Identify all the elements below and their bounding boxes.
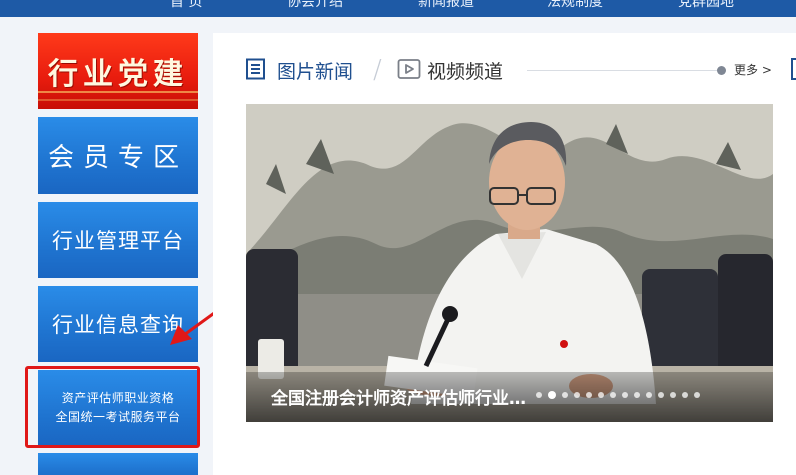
- photo-news-carousel[interactable]: 全国注册会计师资产评估师行业…: [246, 104, 773, 422]
- nav-item-news[interactable]: 新闻报道: [418, 0, 474, 11]
- carousel-dot[interactable]: [562, 392, 568, 398]
- carousel-dot[interactable]: [574, 392, 580, 398]
- tab-video-channel[interactable]: 视频频道: [427, 57, 503, 84]
- nav-item-party[interactable]: 党群园地: [678, 0, 734, 11]
- party-building-label: 行业党建: [48, 57, 188, 92]
- carousel-dot[interactable]: [598, 392, 604, 398]
- tab-separator: /: [373, 55, 382, 85]
- caption-bar: 全国注册会计师资产评估师行业…: [246, 372, 773, 422]
- management-platform-label: 行业管理平台: [52, 229, 184, 253]
- carousel-dot[interactable]: [548, 391, 556, 399]
- divider-line: [527, 70, 717, 71]
- member-zone-label: 会员专区: [47, 143, 188, 173]
- top-navigation: 首 页 协会介绍 新闻报道 法规制度 党群园地: [0, 0, 796, 17]
- carousel-dot[interactable]: [610, 392, 616, 398]
- nav-item-regulations[interactable]: 法规制度: [547, 0, 603, 11]
- carousel-dot[interactable]: [646, 392, 652, 398]
- next-menu-tile[interactable]: [38, 453, 198, 475]
- more-link[interactable]: 更多 >: [734, 61, 772, 78]
- decorative-stripe: [38, 99, 198, 101]
- carousel-dot[interactable]: [694, 392, 700, 398]
- highlight-box: [25, 366, 200, 448]
- video-play-icon: [397, 59, 421, 79]
- news-list-icon: [246, 58, 265, 80]
- tab-photo-news[interactable]: 图片新闻: [277, 57, 353, 84]
- carousel-dot[interactable]: [658, 392, 664, 398]
- carousel-dot[interactable]: [670, 392, 676, 398]
- carousel-dot[interactable]: [622, 392, 628, 398]
- carousel-dot[interactable]: [634, 392, 640, 398]
- carousel-dot[interactable]: [536, 392, 542, 398]
- carousel-dot[interactable]: [586, 392, 592, 398]
- news-caption[interactable]: 全国注册会计师资产评估师行业…: [271, 384, 541, 409]
- divider-dot: [717, 66, 726, 75]
- member-zone-button[interactable]: 会员专区: [38, 117, 198, 194]
- next-section-icon: [791, 58, 796, 80]
- carousel-dot[interactable]: [682, 392, 688, 398]
- industry-party-building-banner[interactable]: 行业党建: [38, 33, 198, 109]
- nav-item-about[interactable]: 协会介绍: [287, 0, 343, 11]
- carousel-pagination: [536, 391, 700, 399]
- nav-item-home[interactable]: 首 页: [170, 0, 202, 11]
- news-tab-bar: 图片新闻 / 视频频道 更多 >: [245, 55, 796, 85]
